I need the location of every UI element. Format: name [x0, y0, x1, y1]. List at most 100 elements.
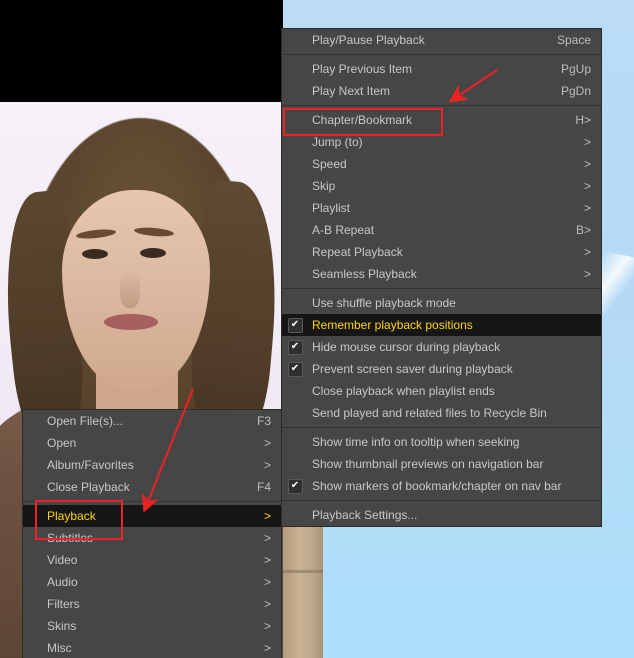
menu-item-label: Show thumbnail previews on navigation ba… — [312, 457, 544, 471]
menu-item-a-b-repeat[interactable]: A-B Repeat B> — [282, 219, 601, 241]
submenu-arrow-icon: > — [583, 135, 591, 149]
submenu-arrow-icon: > — [263, 458, 271, 472]
menu-item-speed[interactable]: Speed > — [282, 153, 601, 175]
menu-item-label: Prevent screen saver during playback — [312, 362, 513, 376]
main-context-menu[interactable]: Open File(s)... F3 Open > Album/Favorites > Cl… — [22, 409, 282, 658]
submenu-arrow-icon: > — [263, 619, 271, 633]
menu-item-label: Skip — [312, 179, 336, 193]
submenu-arrow-icon: > — [263, 553, 271, 567]
screen: Play/Pause Playback Space Play Previous It… — [0, 0, 634, 658]
menu-item-label: Album/Favorites — [47, 458, 134, 472]
submenu-arrow-icon: > — [583, 157, 591, 171]
menu-item-hide-mouse-cursor-during-playback[interactable]: ✔ Hide mouse cursor during playback — [282, 336, 601, 358]
menu-separator — [282, 105, 601, 106]
menu-item-label: Seamless Playback — [312, 267, 417, 281]
menu-item-checkbox: ✔ — [282, 339, 308, 355]
menu-item-label: Show time info on tooltip when seeking — [312, 435, 520, 449]
menu-item-remember-playback-positions[interactable]: ✔ Remember playback positions — [282, 314, 601, 336]
menu-item-subtitles[interactable]: Subtitles > — [23, 527, 281, 549]
menu-item-label: Use shuffle playback mode — [312, 296, 456, 310]
menu-item-accelerator: PgDn — [560, 84, 591, 98]
menu-item-label: Skins — [47, 619, 77, 633]
playback-submenu[interactable]: Play/Pause Playback Space Play Previous It… — [281, 28, 602, 527]
menu-item-close-playback-when-playlist-ends[interactable]: Close playback when playlist ends — [282, 380, 601, 402]
menu-item-skip[interactable]: Skip > — [282, 175, 601, 197]
menu-item-video[interactable]: Video > — [23, 549, 281, 571]
menu-item-label: Jump (to) — [312, 135, 363, 149]
menu-item-label: Chapter/Bookmark — [312, 113, 413, 127]
menu-item-label: Show markers of bookmark/chapter on nav … — [312, 479, 562, 493]
submenu-arrow-icon: > — [583, 267, 591, 281]
menu-item-misc[interactable]: Misc > — [23, 637, 281, 658]
menu-item-show-time-info-on-tooltip-when-seeking[interactable]: Show time info on tooltip when seeking — [282, 431, 601, 453]
menu-item-label: Playback — [47, 509, 96, 523]
menu-item-label: Subtitles — [47, 531, 94, 545]
menu-item-play-pause-playback[interactable]: Play/Pause Playback Space — [282, 29, 601, 51]
menu-item-jump-to[interactable]: Jump (to) > — [282, 131, 601, 153]
menu-item-label: Filters — [47, 597, 80, 611]
menu-item-play-next-item[interactable]: Play Next Item PgDn — [282, 80, 601, 102]
menu-item-label: Hide mouse cursor during playback — [312, 340, 501, 354]
menu-item-chapter-bookmark[interactable]: Chapter/Bookmark H> — [282, 109, 601, 131]
submenu-arrow-icon: > — [583, 179, 591, 193]
menu-item-label: Send played and related files to Recycle… — [312, 406, 547, 420]
checkmark-icon: ✔ — [287, 361, 303, 377]
menu-item-playback[interactable]: Playback > — [23, 505, 281, 527]
menu-item-label: Audio — [47, 575, 78, 589]
menu-separator — [282, 427, 601, 428]
submenu-arrow-icon: > — [263, 436, 271, 450]
menu-item-label: Close Playback — [47, 480, 130, 494]
menu-item-seamless-playback[interactable]: Seamless Playback > — [282, 263, 601, 285]
menu-item-prevent-screen-saver-during-playback[interactable]: ✔ Prevent screen saver during playback — [282, 358, 601, 380]
menu-item-accelerator: F4 — [256, 480, 271, 494]
video-subject-eye-left — [82, 249, 108, 259]
menu-item-label: Repeat Playback — [312, 245, 403, 259]
checkmark-icon: ✔ — [287, 478, 303, 494]
menu-item-label: Play Previous Item — [312, 62, 413, 76]
menu-item-use-shuffle-playback-mode[interactable]: Use shuffle playback mode — [282, 292, 601, 314]
submenu-arrow-icon: > — [263, 575, 271, 589]
menu-item-label: Speed — [312, 157, 347, 171]
menu-item-checkbox: ✔ — [282, 361, 308, 377]
menu-item-filters[interactable]: Filters > — [23, 593, 281, 615]
menu-item-label: Playback Settings... — [312, 508, 418, 522]
menu-item-accelerator: F3 — [256, 414, 271, 428]
menu-item-open-file-s[interactable]: Open File(s)... F3 — [23, 410, 281, 432]
menu-separator — [282, 288, 601, 289]
menu-item-album-favorites[interactable]: Album/Favorites > — [23, 454, 281, 476]
menu-item-play-previous-item[interactable]: Play Previous Item PgUp — [282, 58, 601, 80]
submenu-arrow-icon: > — [263, 597, 271, 611]
menu-item-show-thumbnail-previews-on-navigation-bar[interactable]: Show thumbnail previews on navigation ba… — [282, 453, 601, 475]
menu-item-label: Close playback when playlist ends — [312, 384, 495, 398]
menu-item-label: Misc — [47, 641, 72, 655]
checkmark-icon: ✔ — [287, 317, 303, 333]
menu-item-audio[interactable]: Audio > — [23, 571, 281, 593]
menu-item-send-played-and-related-files-to-recycle-bin[interactable]: Send played and related files to Recycle… — [282, 402, 601, 424]
menu-item-accelerator: H> — [575, 113, 591, 127]
menu-item-label: A-B Repeat — [312, 223, 375, 237]
menu-item-show-markers-of-bookmark-chapter-on-nav-bar[interactable]: ✔ Show markers of bookmark/chapter on nav… — [282, 475, 601, 497]
menu-item-accelerator: B> — [575, 223, 591, 237]
menu-item-label: Open — [47, 436, 77, 450]
menu-item-accelerator: Space — [556, 33, 591, 47]
menu-item-accelerator: PgUp — [560, 62, 591, 76]
submenu-arrow-icon: > — [263, 509, 271, 523]
submenu-arrow-icon: > — [263, 641, 271, 655]
checkmark-icon: ✔ — [287, 339, 303, 355]
background-pole — [283, 524, 323, 658]
menu-item-playback-settings[interactable]: Playback Settings... — [282, 504, 601, 526]
menu-item-label: Remember playback positions — [312, 318, 473, 332]
menu-item-open[interactable]: Open > — [23, 432, 281, 454]
video-subject-eye-right — [140, 248, 166, 258]
menu-separator — [282, 54, 601, 55]
menu-item-skins[interactable]: Skins > — [23, 615, 281, 637]
menu-item-label: Play/Pause Playback — [312, 33, 425, 47]
menu-item-repeat-playback[interactable]: Repeat Playback > — [282, 241, 601, 263]
menu-item-label: Play Next Item — [312, 84, 391, 98]
menu-item-label: Playlist — [312, 201, 351, 215]
menu-item-checkbox: ✔ — [282, 317, 308, 333]
menu-item-close-playback[interactable]: Close Playback F4 — [23, 476, 281, 498]
menu-item-playlist[interactable]: Playlist > — [282, 197, 601, 219]
submenu-arrow-icon: > — [583, 245, 591, 259]
menu-item-checkbox: ✔ — [282, 478, 308, 494]
